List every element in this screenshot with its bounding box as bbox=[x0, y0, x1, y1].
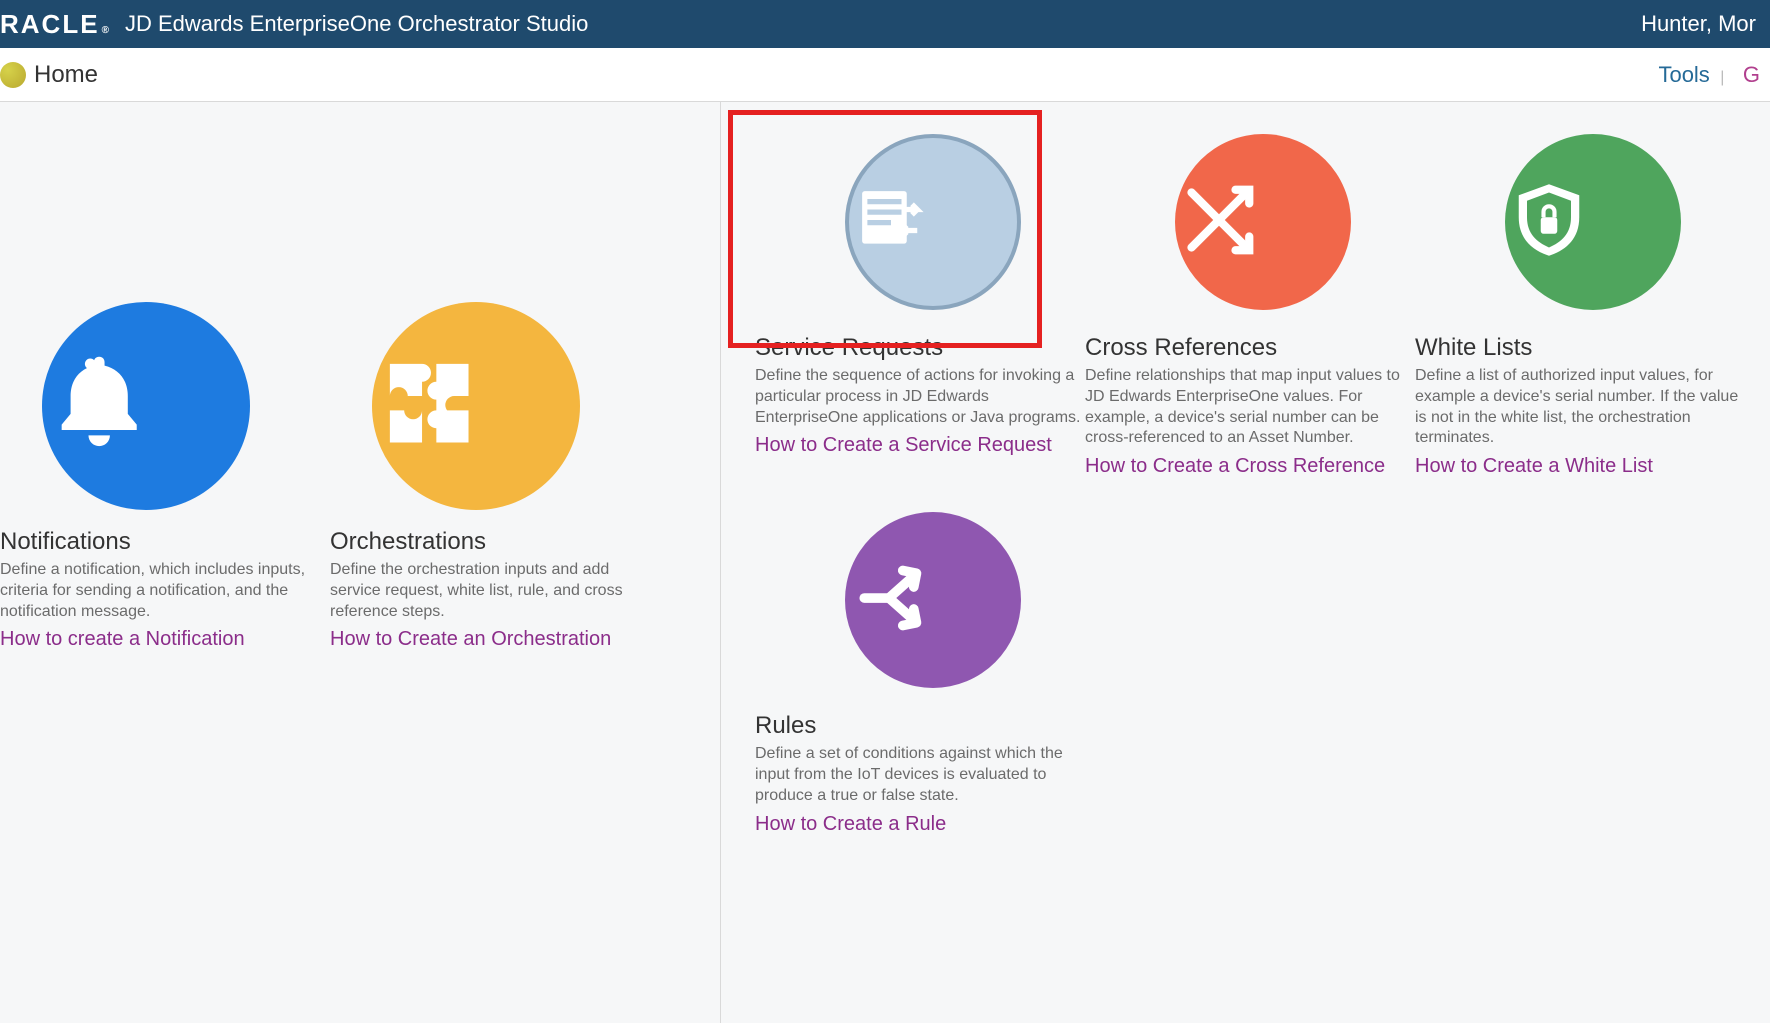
puzzle-icon bbox=[372, 346, 580, 465]
subheader-links: Tools | G bbox=[1650, 62, 1760, 88]
branch-arrows-icon bbox=[845, 554, 1021, 647]
tile-howto-link[interactable]: How to create a Notification bbox=[0, 628, 330, 651]
form-transfer-icon bbox=[849, 178, 1017, 267]
service-requests-button[interactable] bbox=[845, 134, 1021, 310]
cross-arrows-icon bbox=[1175, 176, 1351, 269]
tile-desc: Define a set of conditions against which… bbox=[755, 744, 1085, 806]
tile-title: Notifications bbox=[0, 528, 330, 556]
tile-howto-link[interactable]: How to Create a Cross Reference bbox=[1085, 455, 1415, 478]
tile-desc: Define relationships that map input valu… bbox=[1085, 366, 1415, 449]
home-content: Notifications Define a notification, whi… bbox=[0, 102, 1770, 1023]
notifications-button[interactable] bbox=[42, 302, 250, 510]
tile-title: Rules bbox=[755, 712, 1085, 740]
tile-howto-link[interactable]: How to Create an Orchestration bbox=[330, 628, 660, 651]
tile-cross-references: Cross References Define relationships th… bbox=[1085, 134, 1415, 478]
tile-rules: Rules Define a set of conditions against… bbox=[755, 512, 1085, 835]
second-link[interactable]: G bbox=[1743, 62, 1760, 87]
tile-howto-link[interactable]: How to Create a Rule bbox=[755, 813, 1085, 836]
tile-notifications: Notifications Define a notification, whi… bbox=[0, 302, 330, 651]
tile-title: Orchestrations bbox=[330, 528, 660, 556]
tools-link[interactable]: Tools bbox=[1658, 62, 1709, 87]
white-lists-button[interactable] bbox=[1505, 134, 1681, 310]
tile-desc: Define the sequence of actions for invok… bbox=[755, 366, 1085, 428]
oracle-logo: RACLE ® bbox=[0, 9, 111, 40]
tile-desc: Define a notification, which includes in… bbox=[0, 560, 330, 622]
tile-howto-link[interactable]: How to Create a Service Request bbox=[755, 434, 1085, 457]
tile-service-requests: Service Requests Define the sequence of … bbox=[755, 134, 1085, 478]
tile-title: White Lists bbox=[1415, 334, 1745, 362]
bell-icon bbox=[42, 346, 250, 465]
app-top-bar: RACLE ® JD Edwards EnterpriseOne Orchest… bbox=[0, 0, 1770, 48]
tile-desc: Define a list of authorized input values… bbox=[1415, 366, 1745, 449]
right-column: Service Requests Define the sequence of … bbox=[720, 102, 1770, 1023]
orchestrations-button[interactable] bbox=[372, 302, 580, 510]
brand-text: RACLE bbox=[0, 9, 100, 40]
home-icon[interactable] bbox=[0, 62, 26, 88]
product-title: JD Edwards EnterpriseOne Orchestrator St… bbox=[125, 11, 588, 37]
tile-howto-link[interactable]: How to Create a White List bbox=[1415, 455, 1745, 478]
tile-title: Cross References bbox=[1085, 334, 1415, 362]
page-title: Home bbox=[34, 61, 98, 89]
tile-desc: Define the orchestration inputs and add … bbox=[330, 560, 660, 622]
registered-mark: ® bbox=[102, 25, 111, 36]
tile-orchestrations: Orchestrations Define the orchestration … bbox=[330, 302, 660, 651]
left-column: Notifications Define a notification, whi… bbox=[0, 102, 720, 1023]
shield-lock-icon bbox=[1505, 176, 1681, 269]
rules-button[interactable] bbox=[845, 512, 1021, 688]
tile-white-lists: White Lists Define a list of authorized … bbox=[1415, 134, 1745, 478]
cross-references-button[interactable] bbox=[1175, 134, 1351, 310]
breadcrumb-bar: Home Tools | G bbox=[0, 48, 1770, 102]
user-display-name[interactable]: Hunter, Mor bbox=[1641, 11, 1756, 37]
tile-title: Service Requests bbox=[755, 334, 1085, 362]
